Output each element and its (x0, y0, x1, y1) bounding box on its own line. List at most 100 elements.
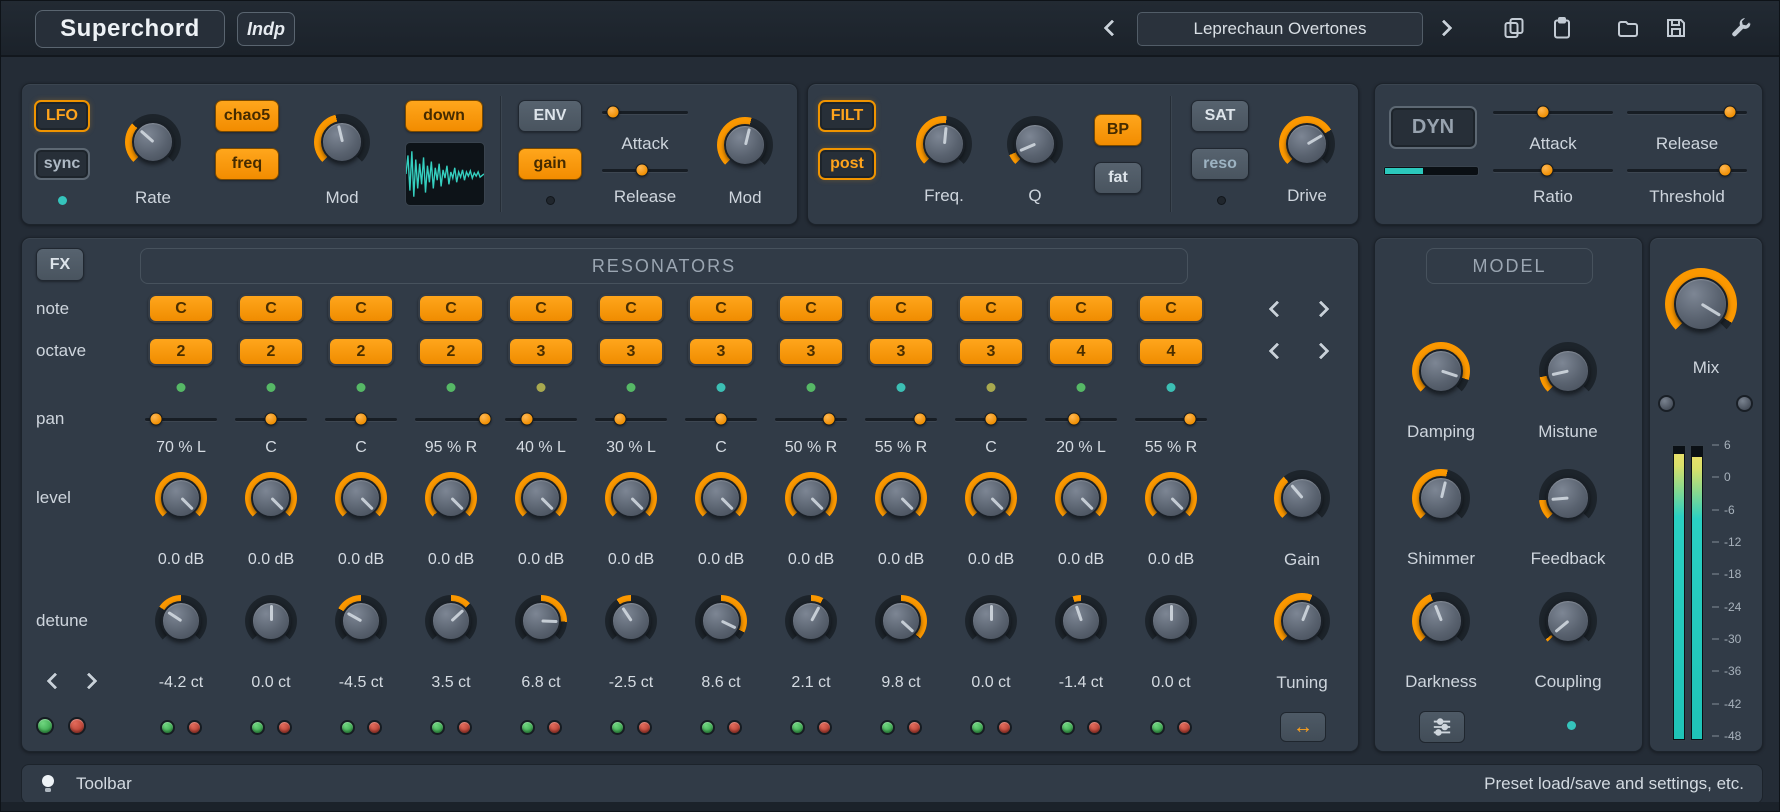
octave-button[interactable]: 4 (1138, 337, 1204, 366)
model-knob[interactable] (1539, 592, 1597, 650)
note-button[interactable]: C (238, 294, 304, 323)
saturation-toggle-button[interactable]: SAT (1191, 100, 1249, 132)
note-button[interactable]: C (328, 294, 394, 323)
resonator-enable-led[interactable] (520, 720, 535, 735)
copy-icon[interactable] (1499, 13, 1529, 43)
resonator-enable-led[interactable] (970, 720, 985, 735)
resonator-mute-led[interactable] (907, 720, 922, 735)
pan-slider[interactable] (505, 412, 577, 426)
detune-knob[interactable] (695, 595, 747, 647)
level-knob[interactable] (875, 472, 927, 524)
detune-shift-right-button[interactable] (76, 668, 102, 694)
pan-slider[interactable] (235, 412, 307, 426)
octave-button[interactable]: 2 (328, 337, 394, 366)
octave-button[interactable]: 3 (778, 337, 844, 366)
octave-button[interactable]: 3 (508, 337, 574, 366)
dyn-attack-slider[interactable] (1493, 105, 1613, 119)
env-mod-knob[interactable] (717, 117, 773, 173)
resonator-enable-led[interactable] (1150, 720, 1165, 735)
lfo-freq-mode-button[interactable]: freq (215, 148, 279, 180)
detune-knob[interactable] (155, 595, 207, 647)
save-preset-icon[interactable] (1661, 13, 1691, 43)
resonator-enable-led[interactable] (790, 720, 805, 735)
env-release-slider[interactable] (602, 163, 688, 177)
resonator-enable-led[interactable] (700, 720, 715, 735)
octave-shift-left-button[interactable] (1264, 338, 1290, 364)
note-button[interactable]: C (688, 294, 754, 323)
octave-button[interactable]: 3 (598, 337, 664, 366)
octave-button[interactable]: 2 (418, 337, 484, 366)
model-knob[interactable] (1412, 342, 1470, 400)
pan-slider[interactable] (325, 412, 397, 426)
output-trim-right-knob[interactable] (1736, 395, 1753, 412)
pan-slider[interactable] (1045, 412, 1117, 426)
detune-knob[interactable] (425, 595, 477, 647)
filter-type-bp-button[interactable]: BP (1094, 114, 1142, 146)
resonator-mute-led[interactable] (547, 720, 562, 735)
level-knob[interactable] (245, 472, 297, 524)
octave-button[interactable]: 3 (868, 337, 934, 366)
model-knob[interactable] (1412, 469, 1470, 527)
master-enable-led[interactable] (36, 717, 54, 735)
detune-knob[interactable] (335, 595, 387, 647)
note-button[interactable]: C (148, 294, 214, 323)
note-button[interactable]: C (418, 294, 484, 323)
pan-slider[interactable] (775, 412, 847, 426)
pan-slider[interactable] (955, 412, 1027, 426)
model-knob[interactable] (1539, 469, 1597, 527)
resonator-enable-led[interactable] (880, 720, 895, 735)
note-button[interactable]: C (958, 294, 1024, 323)
octave-button[interactable]: 4 (1048, 337, 1114, 366)
saturation-reso-button[interactable]: reso (1191, 148, 1249, 180)
pan-slider[interactable] (145, 412, 217, 426)
detune-shift-left-button[interactable] (42, 668, 68, 694)
note-shift-right-button[interactable] (1308, 296, 1334, 322)
pan-slider[interactable] (595, 412, 667, 426)
note-button[interactable]: C (868, 294, 934, 323)
lfo-mod-knob[interactable] (314, 114, 370, 170)
resonator-mute-led[interactable] (457, 720, 472, 735)
level-knob[interactable] (515, 472, 567, 524)
octave-button[interactable]: 2 (148, 337, 214, 366)
resonator-mute-led[interactable] (367, 720, 382, 735)
level-knob[interactable] (605, 472, 657, 524)
lfo-rate-knob[interactable] (125, 114, 181, 170)
filter-toggle-button[interactable]: FILT (818, 100, 876, 132)
detune-knob[interactable] (875, 595, 927, 647)
paste-icon[interactable] (1547, 13, 1577, 43)
detune-knob[interactable] (605, 595, 657, 647)
resonator-enable-led[interactable] (430, 720, 445, 735)
note-button[interactable]: C (598, 294, 664, 323)
resonator-enable-led[interactable] (160, 720, 175, 735)
resonator-mute-led[interactable] (817, 720, 832, 735)
dyn-release-slider[interactable] (1627, 105, 1747, 119)
env-toggle-button[interactable]: ENV (518, 100, 582, 132)
level-knob[interactable] (335, 472, 387, 524)
resonator-mute-led[interactable] (727, 720, 742, 735)
filter-freq-knob[interactable] (916, 116, 972, 172)
open-preset-icon[interactable] (1613, 13, 1643, 43)
pan-slider[interactable] (415, 412, 487, 426)
resonator-mute-led[interactable] (1087, 720, 1102, 735)
spread-swap-button[interactable]: ↔ (1280, 712, 1326, 742)
mix-knob[interactable] (1665, 268, 1737, 340)
resonators-tuning-knob[interactable] (1274, 593, 1330, 649)
level-knob[interactable] (695, 472, 747, 524)
dyn-threshold-slider[interactable] (1627, 163, 1747, 177)
pan-slider[interactable] (685, 412, 757, 426)
resonator-mute-led[interactable] (187, 720, 202, 735)
level-knob[interactable] (785, 472, 837, 524)
level-knob[interactable] (155, 472, 207, 524)
octave-button[interactable]: 3 (688, 337, 754, 366)
note-button[interactable]: C (1138, 294, 1204, 323)
resonator-enable-led[interactable] (610, 720, 625, 735)
pan-slider[interactable] (1135, 412, 1207, 426)
note-shift-left-button[interactable] (1264, 296, 1290, 322)
detune-knob[interactable] (1145, 595, 1197, 647)
filter-q-knob[interactable] (1007, 116, 1063, 172)
pan-slider[interactable] (865, 412, 937, 426)
model-knob[interactable] (1539, 342, 1597, 400)
output-trim-left-knob[interactable] (1658, 395, 1675, 412)
detune-knob[interactable] (785, 595, 837, 647)
model-settings-button[interactable] (1419, 711, 1465, 743)
